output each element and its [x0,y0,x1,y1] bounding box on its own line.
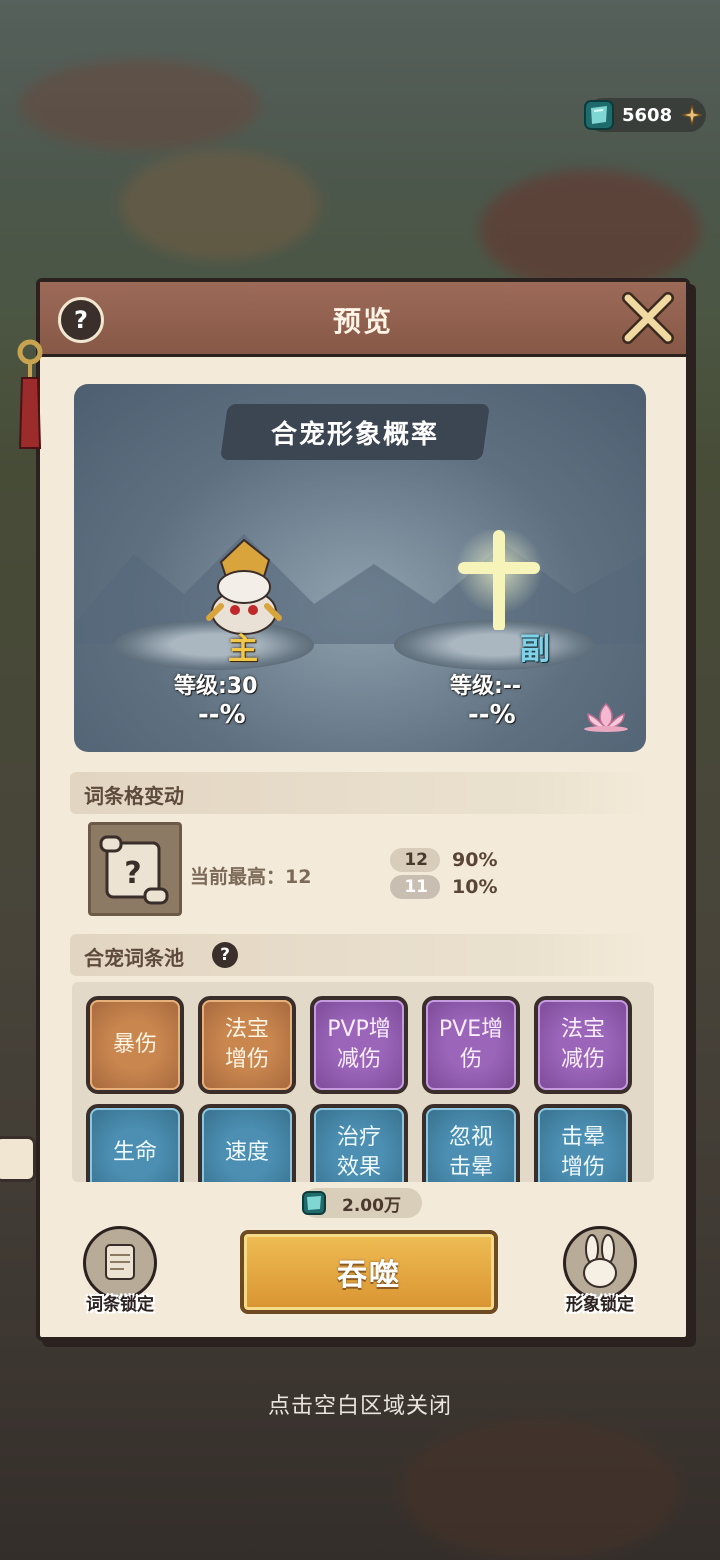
affix-lock-button[interactable]: 词条锁定 [80,1226,160,1315]
pet-appearance-preview: 合宠形象概率 主 副 等级:30 等级:-- --% --% [74,384,646,752]
affix-lock-label: 词条锁定 [86,1295,154,1315]
main-level: 等级:30 [174,674,258,699]
affix-pool-header: 合宠词条池 ? [70,934,650,976]
affix-tile[interactable]: 生命 [86,1104,184,1182]
affix-tile[interactable]: 法宝 减伤 [534,996,632,1094]
sub-level: 等级:-- [450,674,522,699]
scroll-icon [83,1226,157,1300]
empty-slot-plus-icon[interactable] [454,530,544,630]
appearance-lock-label: 形象锁定 [566,1295,634,1315]
close-x-icon[interactable] [620,290,676,346]
panel-header: ? 预览 [40,282,686,357]
affix-pool-grid[interactable]: 暴伤 法宝 增伤 PVP增 减伤 PVE增伤 法宝 减伤 生命 速度 治疗 效果 忽视击… [72,982,654,1182]
panel-title: 预览 [332,305,393,338]
affix-pool-title: 合宠词条池 [84,946,184,970]
jade-gem-icon [584,100,614,130]
chat-bubble-icon[interactable] [0,1136,36,1182]
appearance-lock-button[interactable]: 形象锁定 [560,1226,640,1315]
preview-title: 合宠形象概率 [270,420,439,450]
affix-slot-title: 词条格变动 [84,784,184,808]
affix-tile[interactable]: 速度 [198,1104,296,1182]
jade-gem-icon [302,1191,326,1215]
affix-tile[interactable]: 治疗 效果 [310,1104,408,1182]
slot-chance: 90% [452,849,498,871]
probability-row: 11 10% [390,875,497,899]
pool-help-button[interactable]: ? [212,942,238,968]
main-percent: --% [198,700,246,730]
affix-tile[interactable]: PVE增伤 [422,996,520,1094]
scroll-question-icon[interactable]: ? [88,822,182,916]
close-hint: 点击空白区域关闭 [267,1394,452,1419]
main-role-label: 主 [228,632,258,667]
currency-display: 5608 [584,98,706,132]
slot-count: 12 [390,848,440,872]
slot-count: 11 [390,875,440,899]
current-max-slots: 当前最高：12 [190,866,312,888]
plus-icon[interactable] [680,103,704,127]
rabbit-icon [563,1226,637,1300]
devour-button[interactable]: 吞噬 [240,1230,498,1314]
svg-text:?: ? [124,856,141,891]
sub-percent: --% [468,700,516,730]
affix-tile[interactable]: 法宝 增伤 [198,996,296,1094]
lotus-icon[interactable] [580,700,632,732]
currency-value: 5608 [622,104,673,126]
tassel-icon [17,339,43,449]
affix-tile[interactable]: 忽视 击晕 [422,1104,520,1182]
cost-value: 2.00万 [342,1195,401,1216]
slot-chance: 10% [452,876,498,898]
sub-role-label: 副 [520,632,550,667]
affix-tile[interactable]: PVP增 减伤 [310,996,408,1094]
affix-tile[interactable]: 击晕 增伤 [534,1104,632,1182]
probability-row: 12 90% [390,848,497,872]
preview-panel: ? 预览 合宠形象概率 主 副 等级:30 等级:-- --% --% 词条格变… [36,278,690,1341]
affix-slot-header: 词条格变动 [70,772,650,814]
devour-cost: 2.00万 [302,1188,422,1218]
affix-tile[interactable]: 暴伤 [86,996,184,1094]
